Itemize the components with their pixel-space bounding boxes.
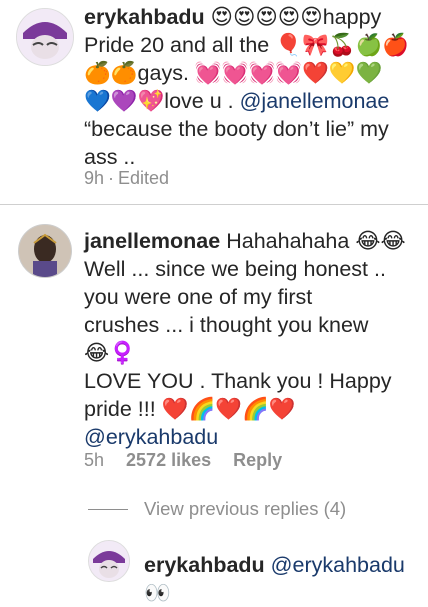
comment: erykahbadu @erykahbadu 👀	[144, 551, 424, 607]
comment-text: Hahahahaha 😂😂 Well ... since we being ho…	[84, 229, 406, 421]
avatar[interactable]	[18, 224, 72, 278]
comment: erykahbadu 😍😍😍😍😍happy Pride 20 and all t…	[84, 3, 424, 171]
mention-link[interactable]: @erykahbadu	[271, 553, 405, 577]
username[interactable]: janellemonae	[84, 229, 220, 253]
reply-button[interactable]: Reply	[233, 450, 282, 471]
mention-link[interactable]: @janellemonae	[240, 89, 390, 113]
divider	[0, 204, 428, 205]
avatar-image-icon	[89, 541, 129, 581]
mention-link[interactable]: @erykahbadu	[84, 425, 218, 449]
comment-meta: 5h 2572 likes Reply	[84, 450, 282, 471]
view-previous-replies[interactable]: View previous replies (4)	[88, 498, 346, 520]
comment-text-continued: “because the booty don’t lie” my ass ..	[84, 117, 389, 169]
username[interactable]: erykahbadu	[144, 553, 265, 577]
comment-meta: 9h · Edited	[84, 168, 169, 189]
comment-text-continued: 👀	[144, 581, 171, 605]
username[interactable]: erykahbadu	[84, 5, 205, 29]
avatar[interactable]	[88, 540, 130, 582]
avatar-image-icon	[17, 9, 73, 65]
avatar-image-icon	[19, 225, 71, 277]
avatar[interactable]	[16, 8, 74, 66]
comment: janellemonae Hahahahaha 😂😂 Well ... sinc…	[84, 227, 424, 451]
likes-count[interactable]: 2572 likes	[126, 450, 211, 471]
time-text: 9h	[84, 168, 105, 188]
view-previous-label[interactable]: View previous replies (4)	[144, 498, 346, 520]
edited-label: Edited	[118, 168, 170, 188]
replies-line	[88, 508, 128, 510]
separator: ·	[108, 168, 115, 188]
time-text: 5h	[84, 450, 105, 470]
